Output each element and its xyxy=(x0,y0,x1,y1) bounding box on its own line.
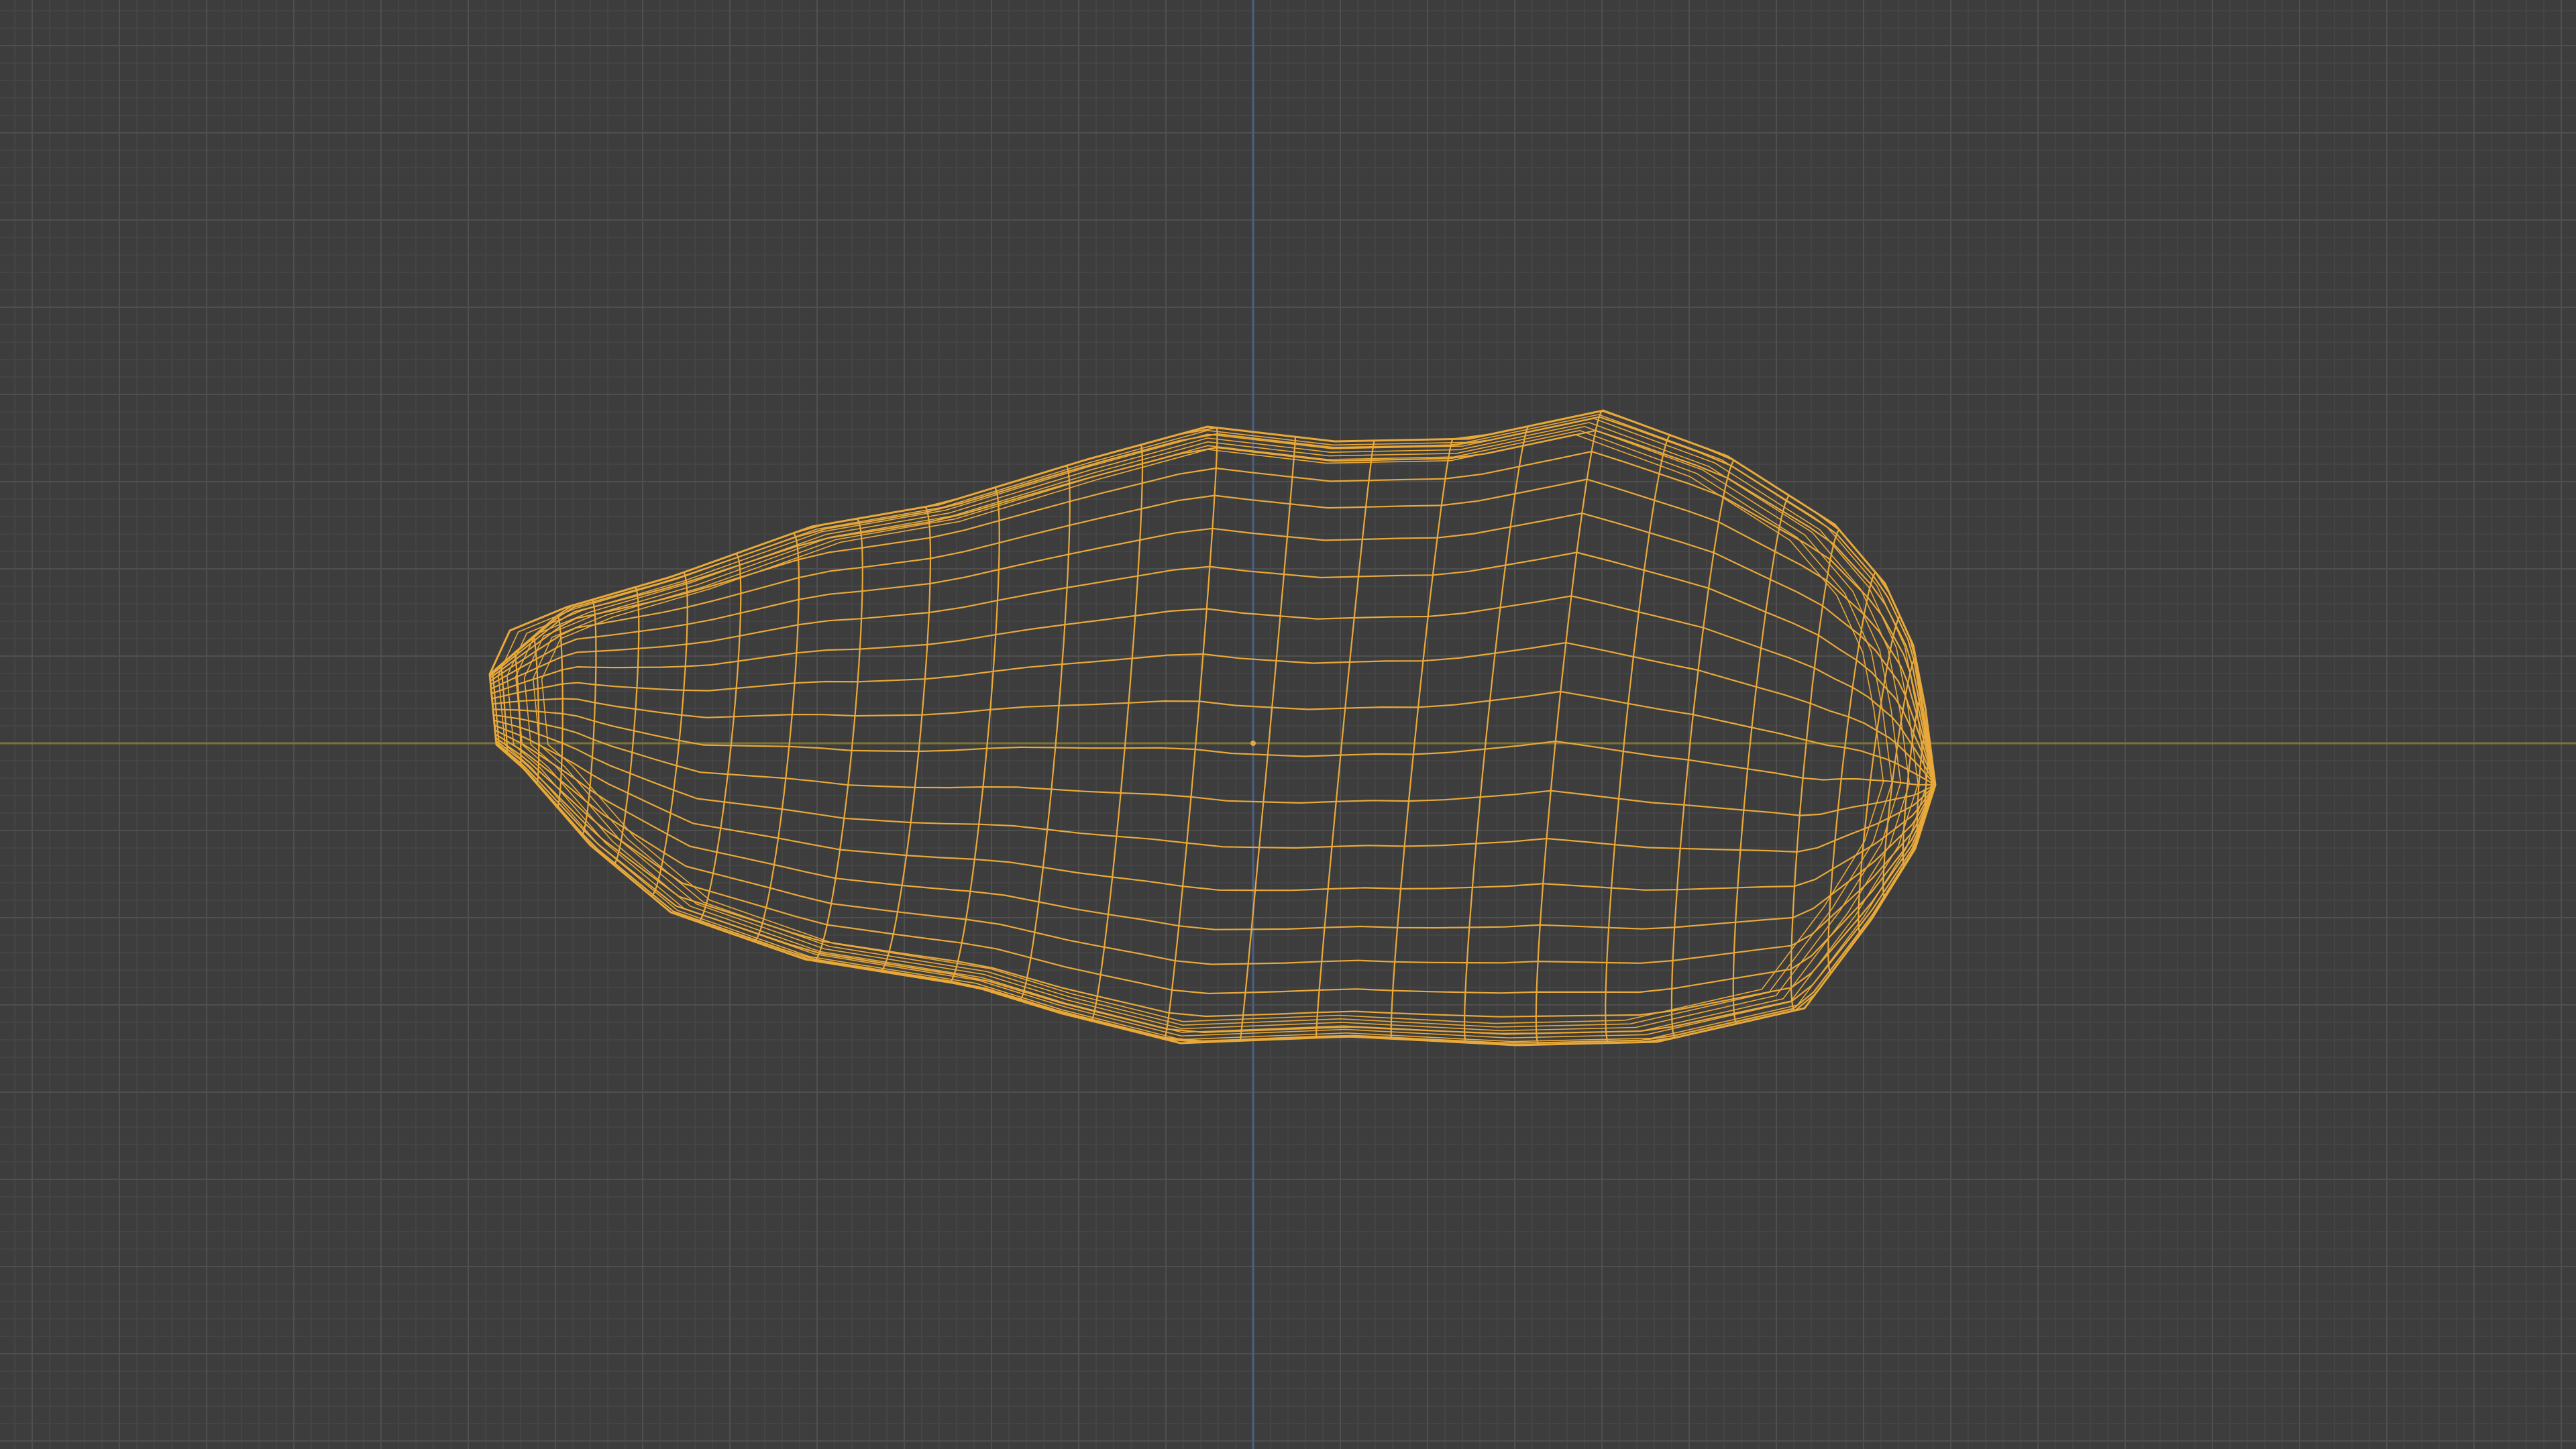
3d-viewport[interactable] xyxy=(0,0,2576,1449)
mesh-edge-loop xyxy=(489,429,1937,786)
mesh-edge-ring xyxy=(812,518,863,962)
mesh-edge-ring xyxy=(1018,465,1071,1002)
mesh-edge-ring xyxy=(1535,410,1603,1046)
mesh-edge-loop xyxy=(492,690,1936,786)
mesh-rim-loop xyxy=(498,414,1927,1042)
mesh-edge-loop xyxy=(496,743,1937,1044)
mesh-edge-loop xyxy=(494,719,1936,853)
mesh-edge-loop xyxy=(489,451,1937,786)
mesh-edge-ring xyxy=(753,532,800,943)
mesh-edge-ring xyxy=(879,506,932,973)
mesh-edge-ring xyxy=(1090,444,1144,1022)
mesh-edge-ring xyxy=(1316,440,1375,1039)
mesh-edge-ring xyxy=(1390,439,1454,1040)
mesh-edge-loop xyxy=(489,410,1937,786)
mesh-edge-ring xyxy=(697,553,742,922)
mesh-edge-ring xyxy=(1163,427,1218,1040)
mesh-edge-ring xyxy=(948,487,1000,983)
mesh-edge-loop xyxy=(490,513,1937,786)
wireframe-mesh[interactable] xyxy=(0,0,2576,1449)
mesh-edge-loop xyxy=(494,729,1936,930)
mesh-edge-ring xyxy=(1605,434,1671,1044)
mesh-edge-ring xyxy=(1239,437,1297,1042)
mesh-edge-loop xyxy=(496,744,1937,1046)
mesh-edge-ring xyxy=(1463,425,1529,1044)
mesh-edge-ring xyxy=(1670,460,1735,1038)
mesh-rim-loop xyxy=(515,422,1910,1035)
mesh-rim-loop xyxy=(506,418,1919,1038)
mesh-edge-loop xyxy=(492,642,1936,786)
origin-point-icon xyxy=(1250,741,1256,746)
mesh-silhouette xyxy=(488,409,1937,1046)
